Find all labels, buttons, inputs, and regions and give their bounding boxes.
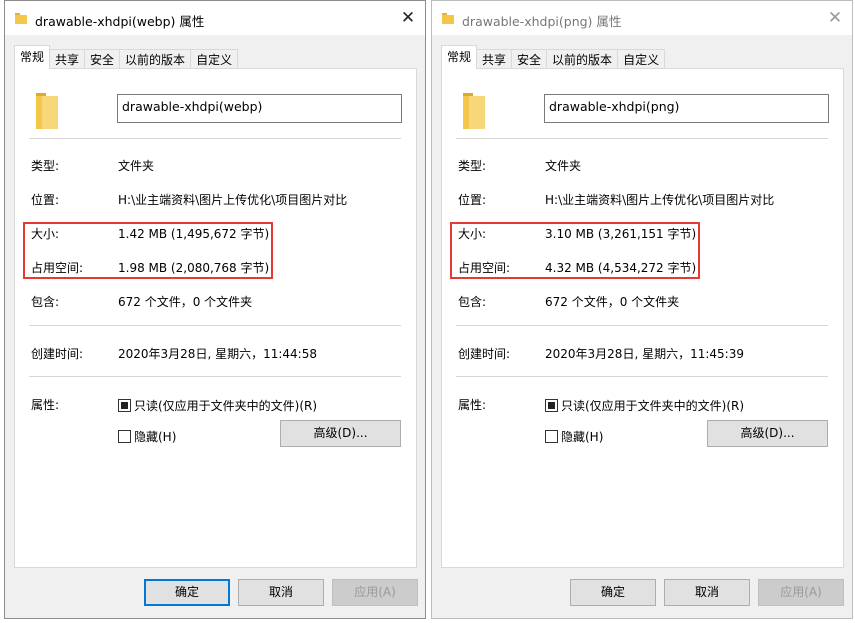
attributes-label: 属性: [458, 398, 487, 412]
folder-icon [36, 93, 58, 129]
close-icon[interactable]: ✕ [826, 9, 844, 27]
size-on-disk-value: 4.32 MB (4,534,272 字节) [545, 261, 697, 275]
contains-label: 包含: [31, 295, 60, 309]
checkbox-unchecked-icon[interactable] [118, 430, 131, 443]
tab-general[interactable]: 常规 [14, 45, 51, 69]
apply-button[interactable]: 应用(A) [332, 579, 418, 606]
attributes-label: 属性: [31, 398, 60, 412]
readonly-checkbox-label: 只读(仅应用于文件夹中的文件)(R) [134, 399, 318, 413]
window-title: drawable-xhdpi(png) 属性 [462, 14, 622, 29]
divider [456, 138, 828, 139]
folder-icon [463, 93, 485, 129]
window-title: drawable-xhdpi(webp) 属性 [35, 14, 205, 29]
location-value: H:\业主端资料\图片上传优化\项目图片对比 [118, 193, 348, 207]
readonly-checkbox-label: 只读(仅应用于文件夹中的文件)(R) [561, 399, 745, 413]
hidden-checkbox-label: 隐藏(H) [134, 430, 177, 444]
tab-customize[interactable]: 自定义 [190, 49, 239, 69]
contains-value: 672 个文件，0 个文件夹 [118, 295, 253, 309]
tab-sharing[interactable]: 共享 [476, 49, 513, 69]
size-label: 大小: [31, 227, 60, 241]
ok-button[interactable]: 确定 [144, 579, 230, 606]
created-value: 2020年3月28日, 星期六，11:44:58 [118, 347, 317, 361]
hidden-checkbox[interactable]: 隐藏(H) [545, 428, 603, 445]
tab-security[interactable]: 安全 [511, 49, 548, 69]
apply-button[interactable]: 应用(A) [758, 579, 844, 606]
divider [29, 325, 401, 326]
type-label: 类型: [458, 159, 487, 173]
created-value: 2020年3月28日, 星期六，11:45:39 [545, 347, 744, 361]
folder-icon [442, 13, 454, 24]
size-on-disk-label: 占用空间: [31, 261, 84, 275]
readonly-checkbox[interactable]: 只读(仅应用于文件夹中的文件)(R) [545, 397, 744, 414]
created-label: 创建时间: [458, 347, 511, 361]
title-bar[interactable]: drawable-xhdpi(webp) 属性 ✕ [5, 1, 425, 35]
tab-previous-versions[interactable]: 以前的版本 [119, 49, 192, 69]
divider [456, 376, 828, 377]
type-label: 类型: [31, 159, 60, 173]
checkbox-unchecked-icon[interactable] [545, 430, 558, 443]
tab-bar: 常规 共享 安全 以前的版本 自定义 [441, 45, 666, 69]
type-value: 文件夹 [118, 159, 155, 173]
tab-general[interactable]: 常规 [441, 45, 478, 69]
advanced-button[interactable]: 高级(D)... [280, 420, 401, 447]
created-label: 创建时间: [31, 347, 84, 361]
tab-customize[interactable]: 自定义 [617, 49, 666, 69]
size-label: 大小: [458, 227, 487, 241]
divider [29, 376, 401, 377]
size-value: 1.42 MB (1,495,672 字节) [118, 227, 270, 241]
close-icon[interactable]: ✕ [399, 9, 417, 27]
size-on-disk-value: 1.98 MB (2,080,768 字节) [118, 261, 270, 275]
tab-previous-versions[interactable]: 以前的版本 [546, 49, 619, 69]
location-label: 位置: [458, 193, 487, 207]
advanced-button[interactable]: 高级(D)... [707, 420, 828, 447]
size-value: 3.10 MB (3,261,151 字节) [545, 227, 697, 241]
cancel-button[interactable]: 取消 [664, 579, 750, 606]
general-panel: drawable-xhdpi(webp) 类型: 文件夹 位置: H:\业主端资… [14, 68, 417, 568]
divider [456, 325, 828, 326]
location-value: H:\业主端资料\图片上传优化\项目图片对比 [545, 193, 775, 207]
tab-sharing[interactable]: 共享 [49, 49, 86, 69]
contains-label: 包含: [458, 295, 487, 309]
checkbox-indeterminate-icon[interactable] [545, 399, 558, 412]
ok-button[interactable]: 确定 [570, 579, 656, 606]
title-bar[interactable]: drawable-xhdpi(png) 属性 ✕ [432, 1, 852, 35]
location-label: 位置: [31, 193, 60, 207]
size-on-disk-label: 占用空间: [458, 261, 511, 275]
tab-security[interactable]: 安全 [84, 49, 121, 69]
folder-name-input[interactable]: drawable-xhdpi(png) [544, 94, 829, 123]
tab-bar: 常规 共享 安全 以前的版本 自定义 [14, 45, 239, 69]
checkbox-indeterminate-icon[interactable] [118, 399, 131, 412]
general-panel: drawable-xhdpi(png) 类型: 文件夹 位置: H:\业主端资料… [441, 68, 844, 568]
contains-value: 672 个文件，0 个文件夹 [545, 295, 680, 309]
cancel-button[interactable]: 取消 [238, 579, 324, 606]
properties-dialog-webp: drawable-xhdpi(webp) 属性 ✕ 常规 共享 安全 以前的版本 自定义… [4, 0, 426, 619]
folder-name-input[interactable]: drawable-xhdpi(webp) [117, 94, 402, 123]
properties-dialog-png: drawable-xhdpi(png) 属性 ✕ 常规 共享 安全 以前的版本 自定义 … [431, 0, 853, 619]
hidden-checkbox-label: 隐藏(H) [561, 430, 604, 444]
readonly-checkbox[interactable]: 只读(仅应用于文件夹中的文件)(R) [118, 397, 317, 414]
hidden-checkbox[interactable]: 隐藏(H) [118, 428, 176, 445]
divider [29, 138, 401, 139]
type-value: 文件夹 [545, 159, 582, 173]
folder-icon [15, 13, 27, 24]
